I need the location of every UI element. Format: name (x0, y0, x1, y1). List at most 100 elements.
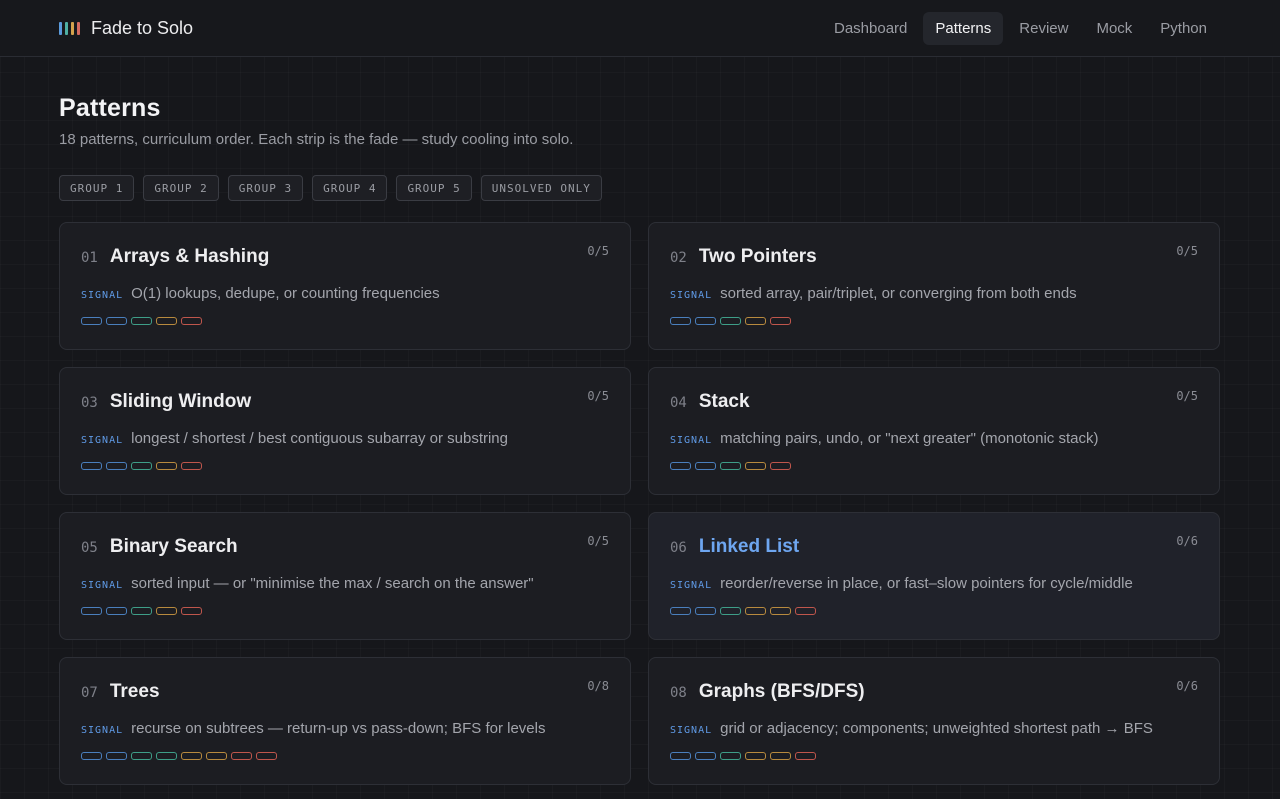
pattern-card[interactable]: 07 Trees 0/8 SIGNAL recurse on subtrees … (59, 657, 631, 785)
fade-strip (106, 462, 127, 470)
fade-strip (770, 752, 791, 760)
signal-label: SIGNAL (81, 725, 124, 736)
nav-dashboard[interactable]: Dashboard (822, 12, 919, 45)
signal-label: SIGNAL (81, 435, 124, 446)
filter-bar: GROUP 1 GROUP 2 GROUP 3 GROUP 4 GROUP 5 … (59, 175, 1220, 201)
signal-text: sorted input — or "minimise the max / se… (131, 575, 534, 592)
card-header: 02 Two Pointers (670, 246, 1198, 268)
signal-text: sorted array, pair/triplet, or convergin… (720, 285, 1077, 302)
fade-strip (81, 607, 102, 615)
fade-strips (670, 462, 1198, 470)
signal-row: SIGNAL longest / shortest / best contigu… (81, 430, 609, 447)
card-header: 08 Graphs (BFS/DFS) (670, 681, 1198, 703)
pattern-card[interactable]: 05 Binary Search 0/5 SIGNAL sorted input… (59, 512, 631, 640)
fade-strip (256, 752, 277, 760)
signal-row: SIGNAL O(1) lookups, dedupe, or counting… (81, 285, 609, 302)
fade-strip (156, 752, 177, 760)
signal-text: matching pairs, undo, or "next greater" … (720, 430, 1099, 447)
fade-strip (745, 317, 766, 325)
fade-strip (670, 317, 691, 325)
pattern-card[interactable]: 08 Graphs (BFS/DFS) 0/6 SIGNAL grid or a… (648, 657, 1220, 785)
fade-strip (131, 752, 152, 760)
fade-strip (770, 607, 791, 615)
brand[interactable]: Fade to Solo (59, 18, 193, 39)
fade-strip (720, 607, 741, 615)
fade-strip (231, 752, 252, 760)
fade-strip (720, 752, 741, 760)
pattern-card[interactable]: 03 Sliding Window 0/5 SIGNAL longest / s… (59, 367, 631, 495)
nav-python[interactable]: Python (1148, 12, 1219, 45)
logo-bar (65, 21, 68, 35)
fade-strips (81, 462, 609, 470)
pattern-title: Sliding Window (109, 391, 252, 412)
pattern-number: 06 (670, 540, 687, 556)
logo-bars-icon (59, 21, 80, 35)
pattern-number: 07 (81, 685, 98, 701)
signal-text: recurse on subtrees — return-up vs pass-… (131, 720, 546, 737)
fade-strip (695, 462, 716, 470)
signal-row: SIGNAL sorted array, pair/triplet, or co… (670, 285, 1198, 302)
signal-label: SIGNAL (670, 435, 713, 446)
filter-unsolved-only[interactable]: UNSOLVED ONLY (480, 175, 602, 201)
pattern-title: Trees (109, 681, 160, 702)
fade-strip (770, 317, 791, 325)
signal-label: SIGNAL (81, 290, 124, 301)
signal-text: O(1) lookups, dedupe, or counting freque… (131, 285, 440, 302)
nav-patterns[interactable]: Patterns (923, 11, 1004, 45)
fade-strip (181, 752, 202, 760)
card-header: 05 Binary Search (81, 536, 609, 558)
fade-strips (81, 317, 609, 325)
filter-group-1[interactable]: GROUP 1 (59, 175, 135, 201)
pattern-card[interactable]: 06 Linked List 0/6 SIGNAL reorder/revers… (648, 512, 1220, 640)
main-content: Patterns 18 patterns, curriculum order. … (0, 57, 1280, 785)
fade-strips (670, 607, 1198, 615)
filter-group-4[interactable]: GROUP 4 (312, 175, 388, 201)
fade-strip (181, 462, 202, 470)
pattern-progress: 0/5 (587, 534, 609, 548)
pattern-number: 05 (81, 540, 98, 556)
fade-strip (745, 462, 766, 470)
pattern-title: Binary Search (109, 536, 238, 557)
filter-group-3[interactable]: GROUP 3 (227, 175, 304, 201)
signal-row: SIGNAL sorted input — or "minimise the m… (81, 575, 609, 592)
fade-strips (670, 752, 1198, 760)
pattern-card[interactable]: 04 Stack 0/5 SIGNAL matching pairs, undo… (648, 367, 1220, 495)
nav-review[interactable]: Review (1007, 12, 1080, 45)
fade-strip (670, 462, 691, 470)
filter-group-2[interactable]: GROUP 2 (143, 175, 219, 201)
fade-strip (106, 752, 127, 760)
signal-text: reorder/reverse in place, or fast–slow p… (720, 575, 1133, 592)
fade-strip (156, 607, 177, 615)
fade-strips (81, 752, 609, 760)
fade-strip (695, 752, 716, 760)
pattern-title: Stack (698, 391, 750, 412)
pattern-card[interactable]: 01 Arrays & Hashing 0/5 SIGNAL O(1) look… (59, 222, 631, 350)
pattern-progress: 0/5 (1176, 244, 1198, 258)
fade-strip (106, 607, 127, 615)
fade-strip (106, 317, 127, 325)
fade-strip (81, 317, 102, 325)
fade-strips (670, 317, 1198, 325)
fade-strip (81, 462, 102, 470)
pattern-title: Two Pointers (698, 246, 817, 267)
fade-strip (695, 607, 716, 615)
fade-strip (81, 752, 102, 760)
pattern-card[interactable]: 02 Two Pointers 0/5 SIGNAL sorted array,… (648, 222, 1220, 350)
fade-strip (181, 607, 202, 615)
signal-text: longest / shortest / best contiguous sub… (131, 430, 508, 447)
signal-label: SIGNAL (81, 580, 124, 591)
fade-strip (745, 607, 766, 615)
filter-group-5[interactable]: GROUP 5 (396, 175, 472, 201)
pattern-grid: 01 Arrays & Hashing 0/5 SIGNAL O(1) look… (59, 222, 1220, 785)
signal-row: SIGNAL reorder/reverse in place, or fast… (670, 575, 1198, 592)
fade-strip (795, 607, 816, 615)
card-header: 03 Sliding Window (81, 391, 609, 413)
signal-text: grid or adjacency; components; unweighte… (720, 720, 1153, 737)
fade-strip (131, 317, 152, 325)
signal-label: SIGNAL (670, 725, 713, 736)
signal-row: SIGNAL recurse on subtrees — return-up v… (81, 720, 609, 737)
pattern-title: Graphs (BFS/DFS) (698, 681, 865, 702)
nav-mock[interactable]: Mock (1084, 12, 1144, 45)
pattern-number: 02 (670, 250, 687, 266)
pattern-number: 01 (81, 250, 98, 266)
